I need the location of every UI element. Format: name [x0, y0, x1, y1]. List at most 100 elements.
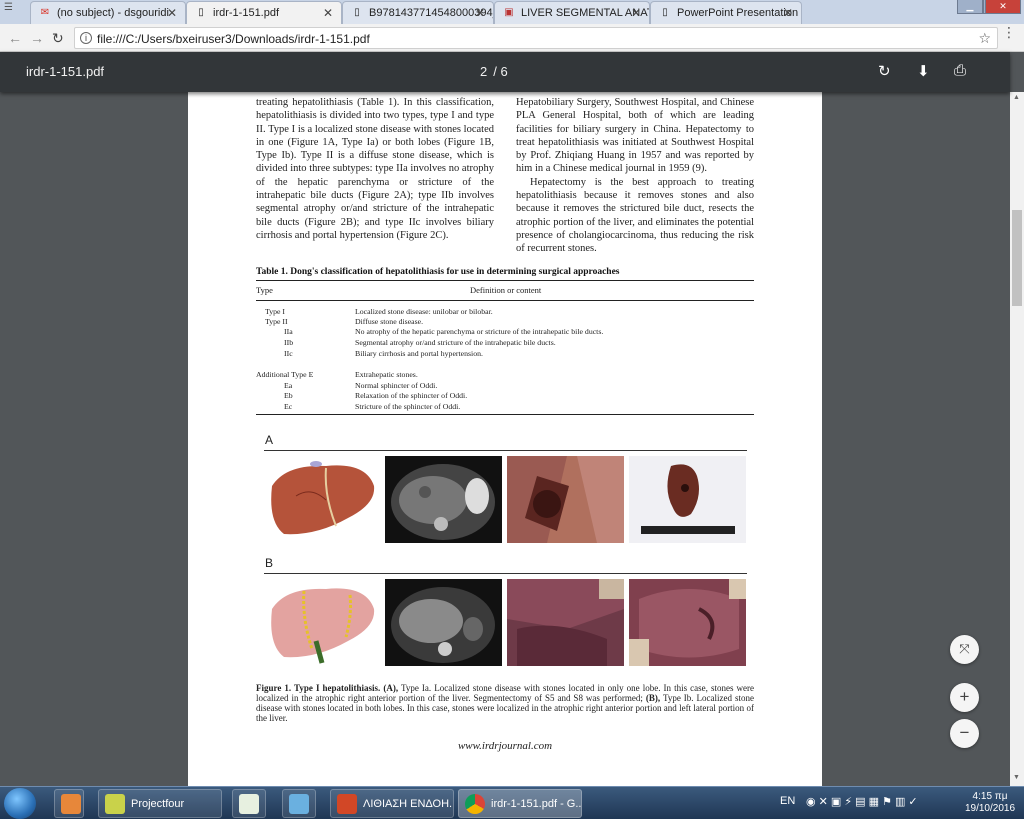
table-cell-def: Extrahepatic stones. — [355, 370, 418, 379]
browser-menu-icon[interactable]: ☰ — [4, 3, 20, 20]
taskbar-item-powerpoint[interactable]: ΛΙΘΙΑΣΗ ΕΝΔΟΗ... — [330, 789, 454, 818]
current-page-input[interactable]: 2 — [480, 64, 487, 79]
more-options-icon[interactable]: ⋮ — [1002, 25, 1016, 39]
taskbar-item-2[interactable] — [232, 789, 266, 818]
page-separator: / — [493, 64, 497, 79]
total-pages: 6 — [500, 64, 508, 79]
surgery-photo-b1 — [507, 579, 624, 666]
tab-powerpoint[interactable]: ▯ PowerPoint Presentation ✕ — [650, 1, 802, 24]
right-column-text: Hepatobiliary Surgery, Southwest Hospita… — [516, 96, 754, 256]
tab-label: irdr-1-151.pdf — [213, 7, 280, 19]
taskbar-item-3[interactable] — [282, 789, 316, 818]
tab-label: PowerPoint Presentation — [677, 7, 799, 19]
pdf-filename: irdr-1-151.pdf — [26, 64, 105, 79]
taskbar: Projectfour ΛΙΘΙΑΣΗ ΕΝΔΟΗ... irdr-1-151.… — [0, 786, 1024, 819]
taskbar-item-projectfour[interactable]: Projectfour — [98, 789, 222, 818]
table-header-definition: Definition or content — [470, 285, 542, 295]
zoom-out-button[interactable]: − — [950, 719, 979, 748]
minimize-button[interactable]: ▁ — [957, 0, 983, 14]
figure-rule — [264, 450, 747, 451]
journal-url: www.irdrjournal.com — [457, 740, 553, 752]
rotate-icon[interactable]: ↻ — [878, 62, 891, 80]
table-cell-def: Stricture of the sphincter of Oddi. — [355, 402, 461, 411]
paragraph: Hepatobiliary Surgery, Southwest Hospita… — [516, 97, 754, 175]
app-icon — [105, 794, 125, 814]
table-cell-type: IIb — [284, 338, 294, 347]
specimen-photo-a — [629, 456, 746, 543]
document-icon: ▯ — [198, 7, 204, 18]
table-cell-def: No atrophy of the hepatic parenchyma or … — [355, 327, 604, 336]
tab-book[interactable]: ▯ B9781437714548000394_f ✕ — [342, 1, 494, 24]
table-cell-type: Eb — [284, 391, 293, 400]
image-icon: ▣ — [504, 7, 514, 18]
app-icon — [289, 794, 309, 814]
info-icon[interactable]: i — [80, 32, 92, 44]
forward-icon[interactable]: → — [30, 30, 44, 46]
document-icon: ▯ — [354, 7, 360, 18]
close-icon[interactable]: ✕ — [323, 6, 333, 20]
tab-strip: ☰ ✉ (no subject) - dsgouridi ✕ ▯ irdr-1-… — [0, 0, 1024, 24]
surgery-photo-b2 — [629, 579, 746, 666]
table-header-type: Type — [256, 285, 273, 295]
table-cell-def: Biliary cirrhosis and portal hypertensio… — [355, 349, 483, 358]
table-title: Table 1. Dong's classification of hepato… — [256, 267, 620, 277]
table-rule — [256, 414, 754, 415]
url-text: file:///C:/Users/bxeiruser3/Downloads/ir… — [97, 32, 370, 46]
close-icon[interactable]: ✕ — [783, 6, 793, 20]
ct-scan-a — [385, 456, 502, 543]
tray-icons[interactable]: ◉ ✕ ▣ ⚡ ▤ ▦ ⚑ ▥ ✓ — [806, 795, 918, 808]
vertical-scrollbar[interactable]: ▲ ▼ — [1010, 92, 1024, 786]
table-cell-type: IIc — [284, 349, 293, 358]
app-icon — [239, 794, 259, 814]
tab-gmail[interactable]: ✉ (no subject) - dsgouridi ✕ — [30, 1, 186, 24]
figure-caption: Figure 1. Type I hepatolithiasis. (A), T… — [256, 683, 754, 723]
page-indicator: 2 / 6 — [480, 64, 508, 79]
close-window-button[interactable]: ✕ — [985, 0, 1021, 14]
clock[interactable]: 4:15 πμ 19/10/2016 — [960, 791, 1020, 815]
figure-label-b: B — [265, 556, 274, 570]
scroll-down-icon[interactable]: ▼ — [1013, 774, 1020, 781]
table-cell-def: Relaxation of the sphincter of Oddi. — [355, 391, 468, 400]
close-icon[interactable]: ✕ — [475, 6, 485, 20]
chrome-icon — [465, 794, 485, 814]
table-cell-type: IIa — [284, 327, 293, 336]
zoom-in-button[interactable]: + — [950, 683, 979, 712]
fit-page-button[interactable]: ⤧ — [950, 635, 979, 664]
table-cell-def: Segmental atrophy or/and stricture of th… — [355, 338, 556, 347]
print-icon[interactable]: ⎙ — [954, 62, 966, 79]
pdf-viewer[interactable]: treating hepatolithiasis (Table 1). In t… — [0, 92, 1010, 786]
paragraph: Hepatectomy is the best approach to trea… — [516, 176, 754, 255]
address-bar: ← → ↻ i file:///C:/Users/bxeiruser3/Down… — [0, 24, 1024, 52]
tab-pdf[interactable]: ▯ irdr-1-151.pdf ✕ — [186, 1, 342, 24]
start-button[interactable] — [4, 788, 36, 819]
media-player-button[interactable] — [54, 789, 84, 818]
pdf-page: treating hepatolithiasis (Table 1). In t… — [188, 92, 822, 786]
language-indicator[interactable]: EN — [780, 795, 795, 807]
table-cell-type: Ec — [284, 402, 293, 411]
reload-icon[interactable]: ↻ — [52, 30, 64, 47]
liver-illustration-b — [266, 579, 383, 666]
liver-illustration-a — [266, 456, 383, 543]
scroll-thumb[interactable] — [1012, 210, 1022, 306]
gmail-icon: ✉ — [40, 7, 50, 18]
media-player-icon — [61, 794, 81, 814]
powerpoint-icon — [337, 794, 357, 814]
taskbar-item-chrome[interactable]: irdr-1-151.pdf - G... — [458, 789, 582, 818]
table-cell-type: Additional Type E — [256, 370, 314, 379]
surgery-photo-a1 — [507, 456, 624, 543]
table-rule — [256, 280, 754, 281]
tab-liver[interactable]: ▣ LIVER SEGMENTAL ANAT ✕ — [494, 1, 650, 24]
scroll-up-icon[interactable]: ▲ — [1013, 94, 1020, 101]
tab-label: (no subject) - dsgouridi — [57, 7, 169, 19]
figure-rule — [264, 573, 747, 574]
left-column-text: treating hepatolithiasis (Table 1). In t… — [256, 97, 494, 241]
ct-scan-b — [385, 579, 502, 666]
url-input[interactable]: i file:///C:/Users/bxeiruser3/Downloads/… — [74, 27, 998, 49]
close-icon[interactable]: ✕ — [167, 6, 177, 20]
download-icon[interactable]: ⬇ — [917, 62, 930, 80]
pdf-toolbar: irdr-1-151.pdf 2 / 6 ↻ ⬇ ⎙ — [0, 52, 1010, 92]
close-icon[interactable]: ✕ — [631, 6, 641, 20]
back-icon[interactable]: ← — [8, 30, 22, 46]
star-icon[interactable]: ☆ — [978, 30, 991, 47]
document-icon: ▯ — [662, 7, 668, 18]
